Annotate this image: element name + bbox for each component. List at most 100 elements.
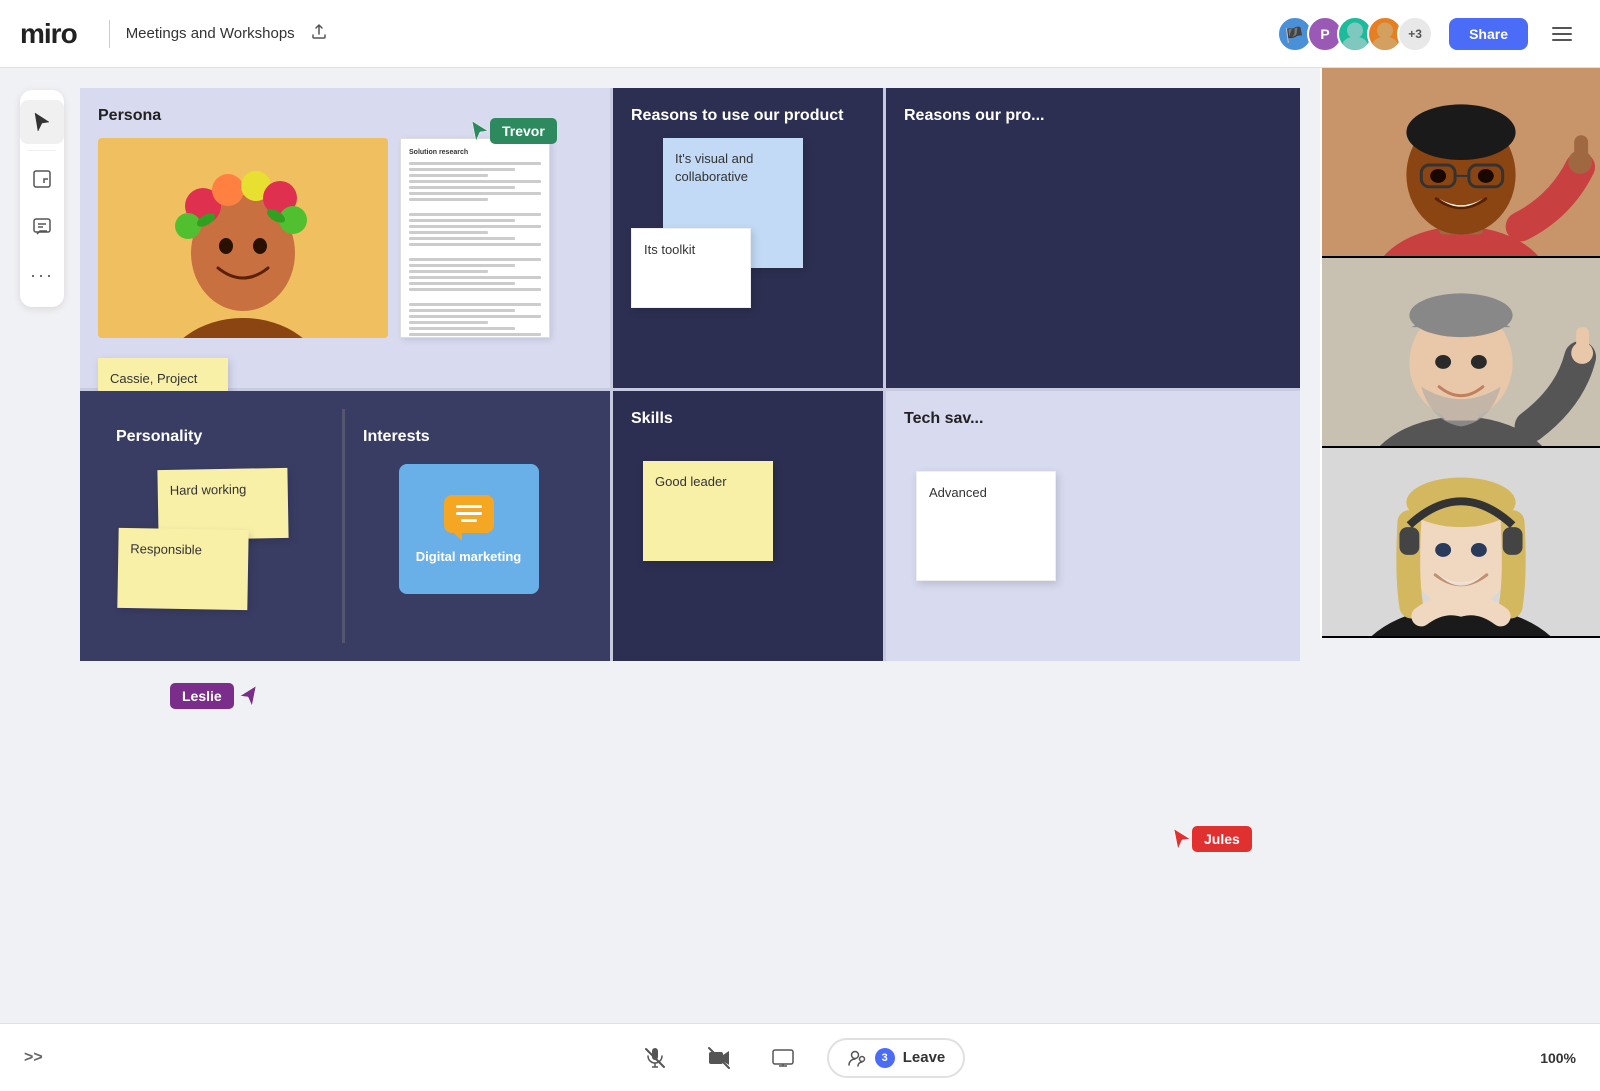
jules-arrow-icon (1172, 827, 1192, 851)
zoom-level: 100% (1540, 1050, 1576, 1066)
doc-line (409, 333, 541, 336)
section-grid: Persona (80, 88, 1300, 661)
sticky-toolkit: Its toolkit (631, 228, 751, 308)
cursor-tool[interactable] (20, 100, 64, 144)
trevor-label: Trevor (490, 118, 557, 144)
personality-title: Personality (116, 427, 324, 448)
doc-line (409, 321, 488, 324)
sidebar-divider (28, 150, 56, 151)
personality-inner: Personality Hard working Responsible (98, 409, 345, 643)
topbar-divider (109, 20, 110, 48)
menu-line (1552, 39, 1572, 41)
skills-title: Skills (631, 409, 865, 430)
leave-label: Leave (903, 1049, 946, 1066)
doc-title: Solution research (409, 147, 541, 158)
doc-line (409, 276, 541, 279)
sticky-resp-text: Responsible (130, 541, 202, 557)
section-reasons: Reasons to use our product It's visual a… (613, 88, 883, 388)
reasons2-title-text: Reasons our pro... (904, 107, 1044, 124)
interests-title: Interests (363, 427, 574, 448)
jules-cursor: Jules (1172, 826, 1252, 852)
sticky-toolkit-text: Its toolkit (644, 242, 695, 257)
section-skills: Skills Good leader (613, 391, 883, 661)
doc-line (409, 237, 515, 240)
share-button[interactable]: Share (1449, 18, 1528, 50)
reasons-title: Reasons to use our product (631, 106, 865, 127)
doc-line (409, 264, 515, 267)
digital-marketing-card: Digital marketing (399, 464, 539, 594)
leslie-label: Leslie (170, 683, 234, 709)
sticky-gl-text: Good leader (655, 474, 727, 489)
video-cell-3 (1322, 448, 1600, 638)
doc-line (409, 180, 541, 183)
video-cell-1 (1322, 68, 1600, 258)
sticky-note-tool[interactable] (20, 157, 64, 201)
more-tools[interactable]: ··· (20, 253, 64, 297)
svg-text:🏴: 🏴 (1284, 26, 1304, 43)
left-sidebar: ··· (20, 90, 64, 307)
sticky-good-leader: Good leader (643, 461, 773, 561)
doc-line (409, 213, 541, 216)
leave-count: 3 (875, 1048, 895, 1068)
board-title: Meetings and Workshops (126, 25, 295, 42)
doc-line (409, 243, 541, 246)
persona-photo (98, 138, 388, 338)
leslie-arrow-icon (238, 684, 258, 708)
section-reasons2: Reasons our pro... (886, 88, 1300, 388)
doc-line (409, 162, 541, 165)
doc-line (409, 168, 515, 171)
miro-logo: miro (20, 18, 77, 50)
video-panel (1320, 68, 1600, 638)
doc-line (409, 186, 515, 189)
digital-marketing-label: Digital marketing (416, 549, 521, 564)
topbar: miro Meetings and Workshops 🏴 P (0, 0, 1600, 68)
menu-line (1552, 27, 1572, 29)
menu-line (1552, 33, 1572, 35)
jules-label: Jules (1192, 826, 1252, 852)
sticky-visual-text: It's visual and collaborative (675, 151, 753, 184)
sticky-responsible: Responsible (117, 528, 248, 610)
board-content: Persona (80, 88, 1300, 1003)
canvas[interactable]: Persona (0, 68, 1600, 1023)
video-person1 (1322, 68, 1600, 256)
avatar-group: 🏴 P +3 (1277, 16, 1433, 52)
reasons-title-text: Reasons to use our product (631, 107, 843, 124)
sticky-hw-text: Hard working (170, 482, 247, 498)
doc-line (409, 258, 541, 261)
video-cell-2 (1322, 258, 1600, 448)
trevor-cursor: Trevor (470, 118, 557, 144)
doc-line (409, 174, 488, 177)
doc-line (409, 315, 541, 318)
sticky-adv-text: Advanced (929, 485, 987, 500)
expand-icon[interactable]: >> (24, 1049, 43, 1067)
doc-line (409, 270, 488, 273)
trevor-arrow-icon (470, 119, 490, 143)
mic-muted-icon[interactable] (635, 1038, 675, 1078)
reasons2-title: Reasons our pro... (904, 106, 1282, 127)
leave-button[interactable]: 3 Leave (827, 1038, 966, 1078)
interests-inner: Interests (345, 409, 592, 643)
menu-icon[interactable] (1544, 16, 1580, 52)
doc-line (409, 327, 515, 330)
comment-tool[interactable] (20, 205, 64, 249)
leslie-cursor: Leslie (170, 683, 258, 709)
video-person2 (1322, 258, 1600, 446)
avatar-more: +3 (1397, 16, 1433, 52)
section-personality-interests: Personality Hard working Responsible Int… (80, 391, 610, 661)
screen-share-icon[interactable] (763, 1038, 803, 1078)
doc-line (409, 288, 541, 291)
doc-line (409, 219, 515, 222)
doc-line (409, 309, 515, 312)
section-techsav: Tech sav... Advanced (886, 391, 1300, 661)
video-muted-icon[interactable] (699, 1038, 739, 1078)
video-person3 (1322, 448, 1600, 636)
topbar-right: 🏴 P +3 Share (1277, 16, 1580, 52)
doc-line (409, 225, 541, 228)
bottom-bar: >> 3 Leave (0, 1023, 1600, 1091)
people-icon (847, 1048, 867, 1068)
sticky-advanced: Advanced (916, 471, 1056, 581)
doc-line (409, 282, 515, 285)
doc-line (409, 198, 488, 201)
persona-doc: Solution research (400, 138, 550, 338)
upload-icon[interactable] (309, 21, 329, 46)
